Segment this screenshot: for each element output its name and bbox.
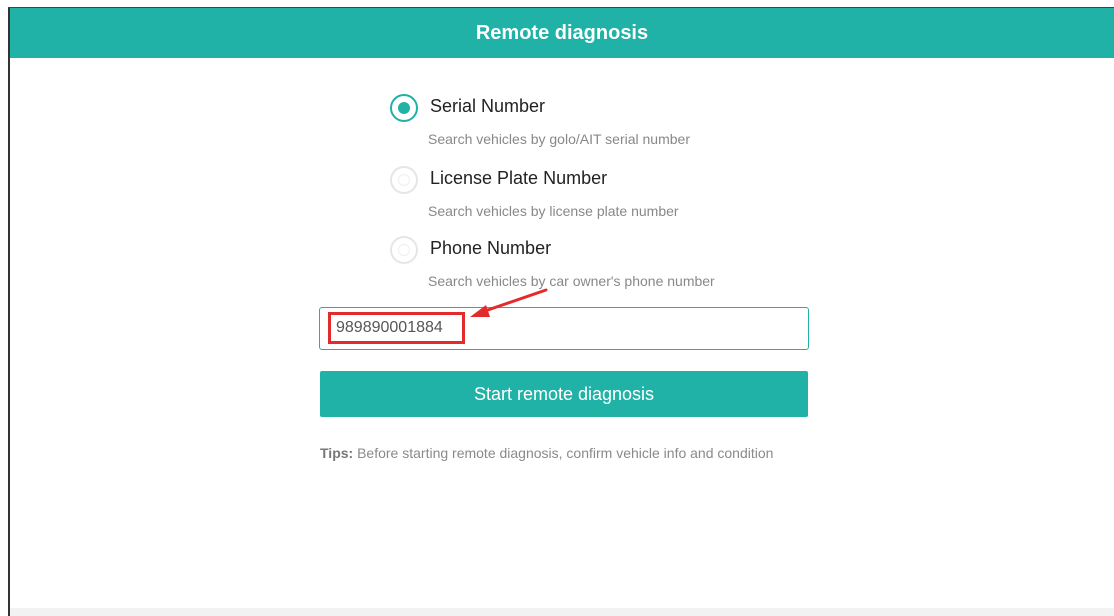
option-license-plate-number[interactable]: License Plate Number Search vehicles by … — [390, 166, 810, 226]
header-bar: Remote diagnosis — [10, 8, 1114, 58]
search-input-container — [319, 307, 809, 350]
page-title: Remote diagnosis — [475, 21, 649, 44]
serial-number-radio[interactable] — [390, 94, 418, 122]
phone-number-description: Search vehicles by car owner's phone num… — [428, 273, 715, 289]
serial-number-label[interactable]: Serial Number — [430, 96, 545, 117]
app-window: Remote diagnosis Serial Number Search ve… — [0, 0, 1114, 616]
phone-number-radio[interactable] — [390, 236, 418, 264]
serial-number-input[interactable] — [326, 309, 796, 347]
license-plate-label[interactable]: License Plate Number — [430, 168, 607, 189]
tips-label: Tips: — [320, 445, 354, 461]
license-plate-radio[interactable] — [390, 166, 418, 194]
phone-number-label[interactable]: Phone Number — [430, 238, 551, 259]
start-remote-diagnosis-button[interactable]: Start remote diagnosis — [320, 371, 808, 417]
option-serial-number[interactable]: Serial Number Search vehicles by golo/AI… — [390, 94, 810, 154]
radio-dot-icon — [398, 174, 410, 186]
radio-dot-icon — [398, 102, 410, 114]
bottom-strip — [10, 608, 1114, 616]
option-phone-number[interactable]: Phone Number Search vehicles by car owne… — [390, 236, 810, 296]
window-left-border — [8, 8, 10, 616]
tips-message: Before starting remote diagnosis, confir… — [353, 445, 774, 461]
serial-number-description: Search vehicles by golo/AIT serial numbe… — [428, 131, 690, 147]
license-plate-description: Search vehicles by license plate number — [428, 203, 679, 219]
radio-dot-icon — [398, 244, 410, 256]
tips-text: Tips: Before starting remote diagnosis, … — [320, 445, 773, 461]
